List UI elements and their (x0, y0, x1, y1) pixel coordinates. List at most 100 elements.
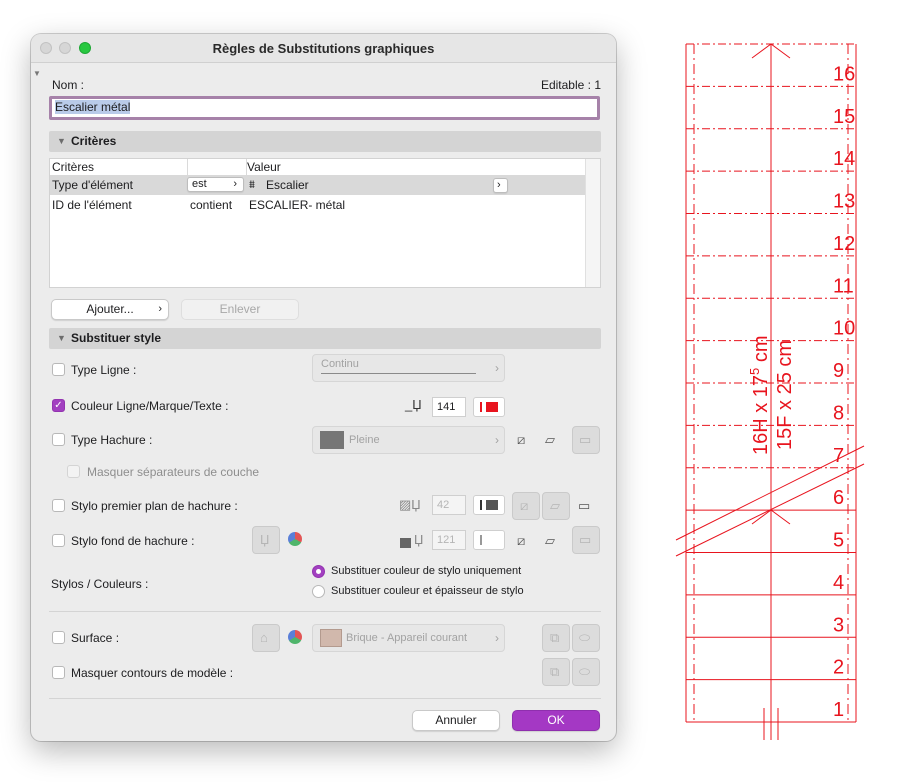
chevron-right-icon: › (495, 361, 499, 375)
operator-cell: contient (190, 198, 233, 212)
fill-fg-pen-number[interactable]: 42 (432, 495, 466, 515)
fill-bg-pen-checkbox[interactable] (52, 534, 65, 547)
step-number-label: 10 (833, 318, 855, 340)
hide-contours-label: Masquer contours de modèle : (71, 666, 234, 680)
stair-plan-drawing: 16 15 14 13 12 11 10 9 8 7 6 5 4 3 2 1 16H x 175 cm 15F… (675, 43, 865, 740)
value-popup-button[interactable]: › (493, 178, 508, 193)
step-number-label: 15 (833, 106, 855, 128)
line-sample (321, 373, 476, 374)
chevron-right-icon: › (233, 178, 237, 190)
pen-icon: _Џ (405, 397, 422, 412)
ok-button[interactable]: OK (512, 710, 600, 731)
fill-type-popup[interactable]: Pleine › (312, 426, 505, 454)
surface-3d-icon[interactable]: ⧉ (542, 624, 570, 652)
hide-contours-checkbox[interactable] (52, 666, 65, 679)
collapse-triangle-icon[interactable]: ▼ (33, 69, 41, 78)
override-pen-color-only-label: Substituer couleur de stylo uniquement (331, 565, 522, 577)
remove-button-label: Enlever (219, 302, 261, 316)
divider (49, 698, 601, 699)
fill-type-checkbox[interactable] (52, 433, 65, 446)
step-number-label: 6 (833, 487, 844, 509)
disclosure-triangle-icon: ▼ (57, 136, 66, 146)
chevron-right-icon: › (497, 179, 501, 191)
override-section-title: Substituer style (71, 331, 162, 345)
fill-type-value: Pleine (349, 434, 380, 446)
line-type-popup[interactable]: Continu › (312, 354, 505, 382)
rule-name-input[interactable]: Escalier métal (49, 96, 600, 120)
pen-picker-icon[interactable]: Џ (252, 526, 280, 554)
criterion-cell: ID de l'élément (52, 198, 132, 212)
criteria-table: Critères Valeur Type d'élément est › ⩩ Es… (49, 158, 601, 288)
fill-fg-pen-swatch[interactable] (473, 495, 505, 515)
step-number-label: 3 (833, 614, 844, 636)
step-number-label: 16 (833, 63, 855, 85)
disclosure-triangle-icon: ▼ (57, 333, 66, 343)
surface-swatch (320, 629, 342, 647)
cut-fill-icon[interactable]: ⧄ (517, 533, 525, 549)
window-title: Règles de Substitutions graphiques (212, 41, 435, 56)
fill-bg-pen-swatch[interactable] (473, 530, 505, 550)
value-cell: Escalier (266, 178, 309, 192)
line-type-value: Continu (321, 358, 359, 370)
line-type-label: Type Ligne : (71, 363, 137, 377)
rule-name-value: Escalier métal (55, 100, 131, 114)
fill-bg-pen-number[interactable]: 121 (432, 530, 466, 550)
paint-bucket-icon[interactable]: ⌂ (252, 624, 280, 652)
override-section-header[interactable]: ▼ Substituer style (49, 328, 601, 349)
surface-checkbox[interactable] (52, 631, 65, 644)
title-bar: Règles de Substitutions graphiques (31, 34, 616, 63)
cut-fill-icon[interactable]: ⧄ (512, 492, 540, 520)
override-pen-color-only-radio[interactable] (312, 565, 325, 578)
stair-dimension-label: 16H x 175 cm (747, 335, 772, 455)
add-button-label: Ajouter... (86, 302, 134, 316)
step-number-label: 13 (833, 191, 855, 213)
color-wheel-icon[interactable] (288, 630, 302, 644)
line-pen-number[interactable]: 141 (432, 397, 466, 417)
column-header-value: Valeur (247, 160, 281, 174)
criteria-table-header: Critères Valeur (50, 159, 600, 175)
chevron-right-icon: › (495, 631, 499, 645)
drafting-fill-icon[interactable]: ▭ (572, 426, 600, 454)
step-number-label: 1 (833, 699, 844, 721)
step-number-label: 11 (833, 275, 854, 297)
cover-fill-icon[interactable]: ▱ (545, 432, 555, 448)
fill-pen-icon: ▨Џ (399, 497, 421, 512)
cover-fill-icon[interactable]: ▱ (545, 533, 555, 549)
chevron-right-icon: › (495, 433, 499, 447)
stair-dimension-label: 15F x 25 cm (774, 340, 796, 450)
line-color-checkbox[interactable]: ✓ (52, 399, 65, 412)
criteria-scrollbar[interactable] (585, 159, 600, 287)
criteria-section-header[interactable]: ▼ Critères (49, 131, 601, 152)
drafting-fill-icon[interactable]: ▭ (572, 526, 600, 554)
surface-label: Surface : (71, 631, 120, 645)
remove-criterion-button[interactable]: Enlever (181, 299, 299, 320)
operator-popup[interactable]: est › (187, 177, 244, 192)
step-number-label: 4 (833, 572, 844, 594)
override-pen-color-weight-radio[interactable] (312, 585, 325, 598)
pens-colors-label: Stylos / Couleurs : (51, 577, 149, 591)
name-label: Nom : (52, 78, 85, 92)
cut-fill-icon[interactable]: ⧄ (517, 432, 525, 448)
surface-section-icon[interactable]: ⬭ (572, 624, 600, 652)
fill-fg-pen-checkbox[interactable] (52, 499, 65, 512)
line-pen-swatch[interactable] (473, 397, 505, 417)
drafting-fill-icon[interactable]: ▭ (578, 498, 590, 514)
line-color-label: Couleur Ligne/Marque/Texte : (71, 399, 229, 413)
pen-icon: Џ (414, 532, 424, 547)
override-pen-color-weight-label: Substituer couleur et épaisseur de stylo (331, 585, 524, 597)
criteria-row[interactable]: ID de l'élément contient ESCALIER- métal (50, 195, 600, 215)
add-criterion-button[interactable]: Ajouter... › (51, 299, 169, 320)
cancel-button[interactable]: Annuler (412, 710, 500, 731)
step-number-label: 7 (833, 445, 844, 467)
contour-3d-icon[interactable]: ⧉ (542, 658, 570, 686)
contour-section-icon[interactable]: ⬭ (572, 658, 600, 686)
cover-fill-icon[interactable]: ▱ (542, 492, 570, 520)
column-header-criteria: Critères (52, 160, 95, 174)
step-number-label: 9 (833, 360, 844, 382)
line-type-checkbox[interactable] (52, 363, 65, 376)
surface-value: Brique - Appareil courant (346, 632, 468, 644)
surface-popup[interactable]: Brique - Appareil courant › (312, 624, 505, 652)
criteria-row[interactable]: Type d'élément est › ⩩ Escalier › (50, 175, 600, 195)
color-wheel-icon[interactable] (288, 532, 302, 546)
hide-separators-checkbox[interactable] (67, 465, 80, 478)
